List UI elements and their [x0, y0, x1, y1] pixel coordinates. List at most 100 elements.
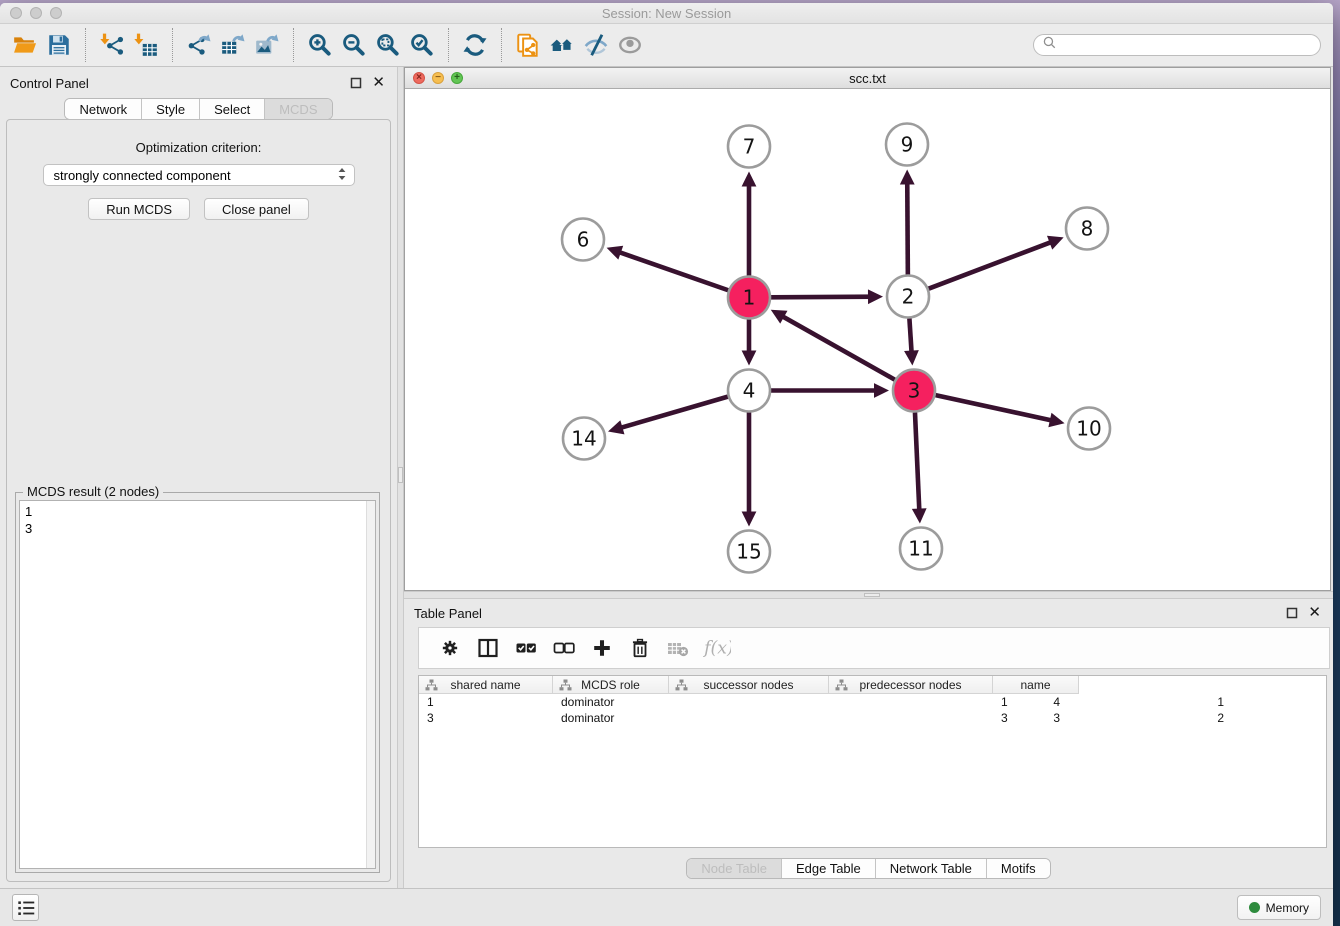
deselect-all-columns-icon	[552, 635, 576, 661]
column-header-label: shared name	[450, 678, 520, 692]
column-header-successor-nodes[interactable]: successor nodes	[669, 676, 829, 694]
graph-node-4[interactable]: 4	[728, 370, 770, 412]
export-image-button[interactable]	[250, 28, 284, 62]
mcds-result-text[interactable]: 13	[19, 500, 376, 869]
hide-graphics-details-button[interactable]	[579, 28, 613, 62]
open-session-button[interactable]	[8, 28, 42, 62]
edge-3-11[interactable]	[912, 412, 927, 523]
arrowhead-icon	[868, 289, 883, 304]
zoom-fit-button[interactable]	[371, 28, 405, 62]
delete-columns-button[interactable]	[621, 631, 659, 665]
edge-2-3[interactable]	[904, 318, 919, 365]
float-panel-icon[interactable]	[349, 76, 363, 90]
column-header-mcds-role[interactable]: MCDS role	[553, 676, 669, 694]
edge-1-4[interactable]	[742, 320, 757, 366]
graph-node-3[interactable]: 3	[893, 370, 935, 412]
graph-node-10[interactable]: 10	[1068, 408, 1110, 450]
tab-mcds[interactable]: MCDS	[264, 99, 331, 119]
export-table-icon	[220, 32, 246, 58]
network-window-titlebar[interactable]: scc.txt × − +	[405, 68, 1330, 89]
memory-button[interactable]: Memory	[1237, 895, 1321, 920]
search-field[interactable]	[1033, 34, 1321, 56]
graph-node-7[interactable]: 7	[728, 126, 770, 168]
deselect-all-columns-button[interactable]	[545, 631, 583, 665]
import-network-button[interactable]	[95, 28, 129, 62]
tab-network-table[interactable]: Network Table	[875, 859, 986, 878]
edge-4-14[interactable]	[608, 397, 728, 435]
network-canvas[interactable]: 7 9 6 8 1 2 4 3 14 10 15 11	[405, 89, 1330, 590]
float-table-panel-icon[interactable]	[1285, 606, 1299, 620]
column-header-predecessor-nodes[interactable]: predecessor nodes	[829, 676, 993, 694]
refresh-layout-icon	[462, 32, 488, 58]
export-network-button[interactable]	[182, 28, 216, 62]
edge-1-2[interactable]	[771, 289, 883, 304]
column-header-shared-name[interactable]: shared name	[419, 676, 553, 694]
mcds-result-title: MCDS result (2 nodes)	[23, 484, 163, 499]
edge-2-8[interactable]	[929, 236, 1064, 289]
graph-node-9[interactable]: 9	[886, 124, 928, 166]
close-panel-icon[interactable]: ✕	[372, 76, 385, 90]
duplicate-network-button[interactable]	[511, 28, 545, 62]
node-label: 4	[743, 379, 756, 403]
graph-node-14[interactable]: 14	[563, 418, 605, 460]
export-table-button[interactable]	[216, 28, 250, 62]
window-titlebar[interactable]: Session: New Session	[0, 3, 1333, 24]
zoom-in-button[interactable]	[303, 28, 337, 62]
tab-edge-table[interactable]: Edge Table	[781, 859, 875, 878]
tab-network[interactable]: Network	[65, 99, 141, 119]
table-cell: 2	[1217, 711, 1224, 725]
optimization-criterion-label: Optimization criterion:	[7, 140, 390, 155]
graph-node-15[interactable]: 15	[728, 531, 770, 573]
tab-node-table[interactable]: Node Table	[687, 859, 781, 878]
close-table-panel-icon[interactable]: ✕	[1308, 606, 1321, 620]
table-row[interactable]: 1dominator411	[419, 694, 1326, 710]
splitter-grip[interactable]	[398, 467, 403, 483]
horizontal-splitter[interactable]	[404, 591, 1333, 599]
edge-4-15[interactable]	[742, 413, 757, 527]
show-all-networks-button[interactable]	[545, 28, 579, 62]
graph-node-11[interactable]: 11	[900, 528, 942, 570]
graph-node-8[interactable]: 8	[1066, 208, 1108, 250]
task-history-button[interactable]	[12, 894, 39, 921]
save-session-button[interactable]	[42, 28, 76, 62]
edge-1-7[interactable]	[742, 172, 757, 276]
add-column-button[interactable]	[583, 631, 621, 665]
dropdown-chevrons-icon	[336, 166, 348, 185]
edge-1-6[interactable]	[607, 246, 729, 291]
tab-select[interactable]: Select	[199, 99, 264, 119]
search-input[interactable]	[1061, 38, 1312, 52]
criterion-dropdown[interactable]: strongly connected component	[43, 164, 355, 186]
toggle-column-view-button[interactable]	[469, 631, 507, 665]
refresh-layout-button[interactable]	[458, 28, 492, 62]
node-label: 9	[901, 133, 914, 157]
splitter-grip[interactable]	[864, 593, 880, 597]
edge-3-10[interactable]	[935, 395, 1064, 427]
network-zoom-button[interactable]: +	[451, 72, 463, 84]
import-table-button[interactable]	[129, 28, 163, 62]
vertical-splitter[interactable]	[397, 67, 404, 888]
network-minimize-button[interactable]: −	[432, 72, 444, 84]
edge-3-1[interactable]	[771, 310, 895, 380]
graph-node-1[interactable]: 1	[728, 277, 770, 319]
memory-label: Memory	[1266, 901, 1309, 915]
network-close-button[interactable]: ×	[413, 72, 425, 84]
column-header-name[interactable]: name	[993, 676, 1079, 694]
arrowhead-icon	[900, 169, 915, 184]
run-mcds-button[interactable]: Run MCDS	[88, 198, 190, 220]
table-cell: 4	[1053, 695, 1060, 709]
tab-motifs[interactable]: Motifs	[986, 859, 1050, 878]
graph-node-2[interactable]: 2	[887, 276, 929, 318]
graph-node-6[interactable]: 6	[562, 219, 604, 261]
result-scrollbar[interactable]	[366, 501, 375, 868]
table-row[interactable]: 3dominator323	[419, 710, 1326, 726]
open-session-icon	[12, 32, 38, 58]
table-settings-button[interactable]	[431, 631, 469, 665]
zoom-selected-button[interactable]	[405, 28, 439, 62]
select-all-columns-button[interactable]	[507, 631, 545, 665]
edge-4-3[interactable]	[771, 383, 889, 398]
zoom-out-button[interactable]	[337, 28, 371, 62]
tab-style[interactable]: Style	[141, 99, 199, 119]
close-panel-button[interactable]: Close panel	[204, 198, 309, 220]
column-header-label: successor nodes	[703, 678, 793, 692]
edge-2-9[interactable]	[900, 169, 915, 274]
